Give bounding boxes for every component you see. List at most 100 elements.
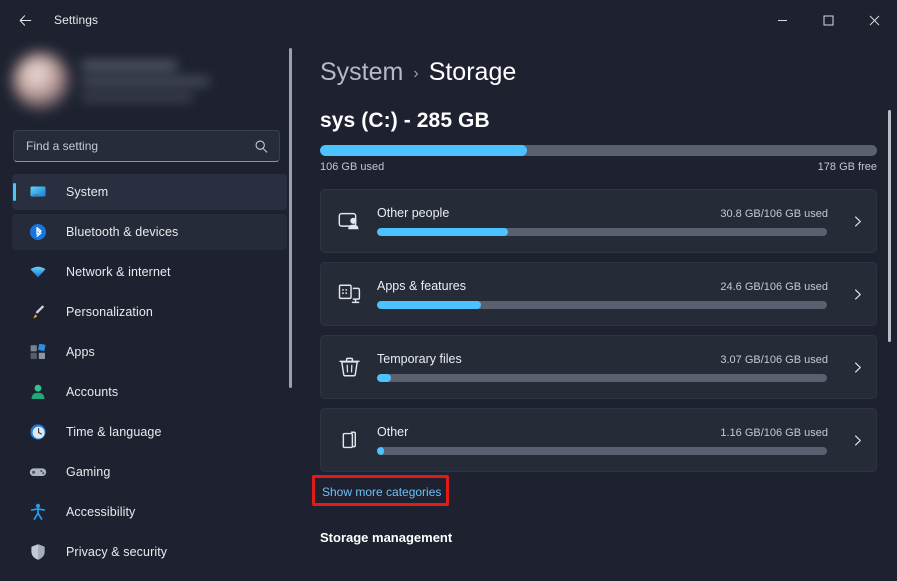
storage-card-name: Other (377, 425, 409, 439)
minimize-button[interactable] (759, 0, 805, 40)
shield-icon (20, 542, 56, 562)
sidebar-item-label: Apps (66, 345, 95, 359)
storage-card-bar-fill (377, 374, 391, 382)
selection-indicator (13, 183, 16, 201)
storage-management-heading: Storage management (320, 530, 453, 545)
storage-card-other-people[interactable]: Other people 30.8 GB/106 GB used (320, 189, 877, 253)
sidebar-item-accessibility[interactable]: Accessibility (12, 494, 287, 530)
drive-title: sys (C:) - 285 GB (320, 109, 490, 132)
chevron-right-icon[interactable] (838, 361, 876, 374)
show-more-container: Show more categories (312, 475, 520, 506)
sidebar-scrollbar-thumb[interactable] (289, 48, 292, 388)
storage-card-bar-fill (377, 228, 508, 236)
storage-card-body: Other people 30.8 GB/106 GB used (377, 206, 838, 236)
sidebar-item-personalization[interactable]: Personalization (12, 294, 287, 330)
drive-usage-bar (320, 145, 877, 156)
sidebar-item-label: Privacy & security (66, 545, 168, 559)
close-icon (869, 15, 879, 25)
back-button[interactable] (8, 5, 42, 35)
chevron-right-icon: › (413, 65, 419, 82)
page-title: Storage (428, 58, 517, 86)
window-controls (759, 0, 897, 40)
drive-usage-fill (320, 145, 528, 156)
sidebar-item-gaming[interactable]: Gaming (12, 454, 287, 490)
search-input[interactable] (26, 139, 254, 153)
maximize-button[interactable] (805, 0, 851, 40)
close-button[interactable] (851, 0, 897, 40)
sidebar-scrollbar[interactable] (289, 46, 292, 567)
monitor-icon (20, 182, 56, 202)
user-detail-blurred (81, 92, 193, 102)
paintbrush-icon (20, 302, 56, 322)
search-container (13, 130, 280, 162)
drive-used-label: 106 GB used (320, 161, 385, 173)
chevron-right-icon[interactable] (838, 434, 876, 447)
sidebar-item-label: Personalization (66, 305, 153, 319)
sidebar-item-label: Accounts (66, 385, 119, 399)
documents-icon (321, 428, 377, 453)
user-profile[interactable] (13, 48, 253, 114)
bluetooth-icon (20, 222, 56, 242)
sidebar-item-label: Gaming (66, 465, 111, 479)
person-icon (20, 382, 56, 402)
storage-card-value: 30.8 GB/106 GB used (720, 208, 828, 220)
storage-card-body: Apps & features 24.6 GB/106 GB used (377, 279, 838, 309)
sidebar: System Bluetooth & devices (0, 40, 299, 581)
user-name-blurred (81, 60, 177, 70)
storage-card-bar (377, 447, 827, 455)
storage-card-name: Temporary files (377, 352, 462, 366)
user-info-blurred (81, 60, 209, 102)
gamepad-icon (20, 462, 56, 482)
maximize-icon (823, 15, 833, 25)
sidebar-nav: System Bluetooth & devices Network & int… (0, 174, 299, 581)
sidebar-item-label: Accessibility (66, 505, 136, 519)
sidebar-item-network-internet[interactable]: Network & internet (12, 254, 287, 290)
storage-card-name: Apps & features (377, 279, 466, 293)
user-email-blurred (81, 76, 209, 86)
sidebar-item-privacy-security[interactable]: Privacy & security (12, 534, 287, 570)
sidebar-item-time-language[interactable]: Time & language (12, 414, 287, 450)
sidebar-item-label: System (66, 185, 109, 199)
sidebar-item-bluetooth-devices[interactable]: Bluetooth & devices (12, 214, 287, 250)
drive-usage-legend: 106 GB used 178 GB free (320, 161, 877, 173)
settings-window: Settings Find a setting System Bluetooth… (0, 0, 897, 581)
storage-card-body: Temporary files 3.07 GB/106 GB used (377, 352, 838, 382)
main-scrollbar-thumb[interactable] (888, 110, 891, 342)
storage-card-name: Other people (377, 206, 450, 220)
arrow-left-icon (19, 14, 31, 26)
show-more-categories-link[interactable]: Show more categories (320, 481, 443, 503)
clock-icon (20, 422, 56, 442)
sidebar-item-label: Time & language (66, 425, 162, 439)
storage-card-bar (377, 301, 827, 309)
apps-grid-icon (20, 342, 56, 362)
storage-card-body: Other 1.16 GB/106 GB used (377, 425, 838, 455)
storage-card-bar (377, 228, 827, 236)
main-content: System › Storage sys (C:) - 285 GB 106 G… (299, 40, 897, 581)
storage-card-temporary-files[interactable]: Temporary files 3.07 GB/106 GB used (320, 335, 877, 399)
chevron-right-icon[interactable] (838, 288, 876, 301)
storage-card-apps-features[interactable]: Apps & features 24.6 GB/106 GB used (320, 262, 877, 326)
storage-category-list: Other people 30.8 GB/106 GB used Apps & … (320, 189, 897, 472)
storage-card-bar (377, 374, 827, 382)
chevron-right-icon[interactable] (838, 215, 876, 228)
search-icon (255, 140, 268, 153)
avatar (13, 53, 69, 109)
sidebar-item-apps[interactable]: Apps (12, 334, 287, 370)
accessibility-icon (20, 502, 56, 522)
other-people-icon (321, 209, 377, 234)
title-bar: Settings (0, 0, 897, 40)
window-body: System Bluetooth & devices (0, 40, 897, 581)
storage-card-value: 1.16 GB/106 GB used (720, 427, 828, 439)
search-box[interactable] (13, 130, 280, 162)
breadcrumb: System › Storage (320, 58, 897, 87)
drive-free-label: 178 GB free (817, 161, 877, 173)
storage-card-bar-fill (377, 447, 384, 455)
storage-card-value: 3.07 GB/106 GB used (720, 354, 828, 366)
sidebar-item-label: Bluetooth & devices (66, 225, 179, 239)
storage-card-bar-fill (377, 301, 482, 309)
sidebar-item-system[interactable]: System (12, 174, 287, 210)
sidebar-item-accounts[interactable]: Accounts (12, 374, 287, 410)
breadcrumb-parent[interactable]: System (320, 58, 403, 87)
storage-card-other[interactable]: Other 1.16 GB/106 GB used (320, 408, 877, 472)
window-title: Settings (54, 13, 99, 27)
